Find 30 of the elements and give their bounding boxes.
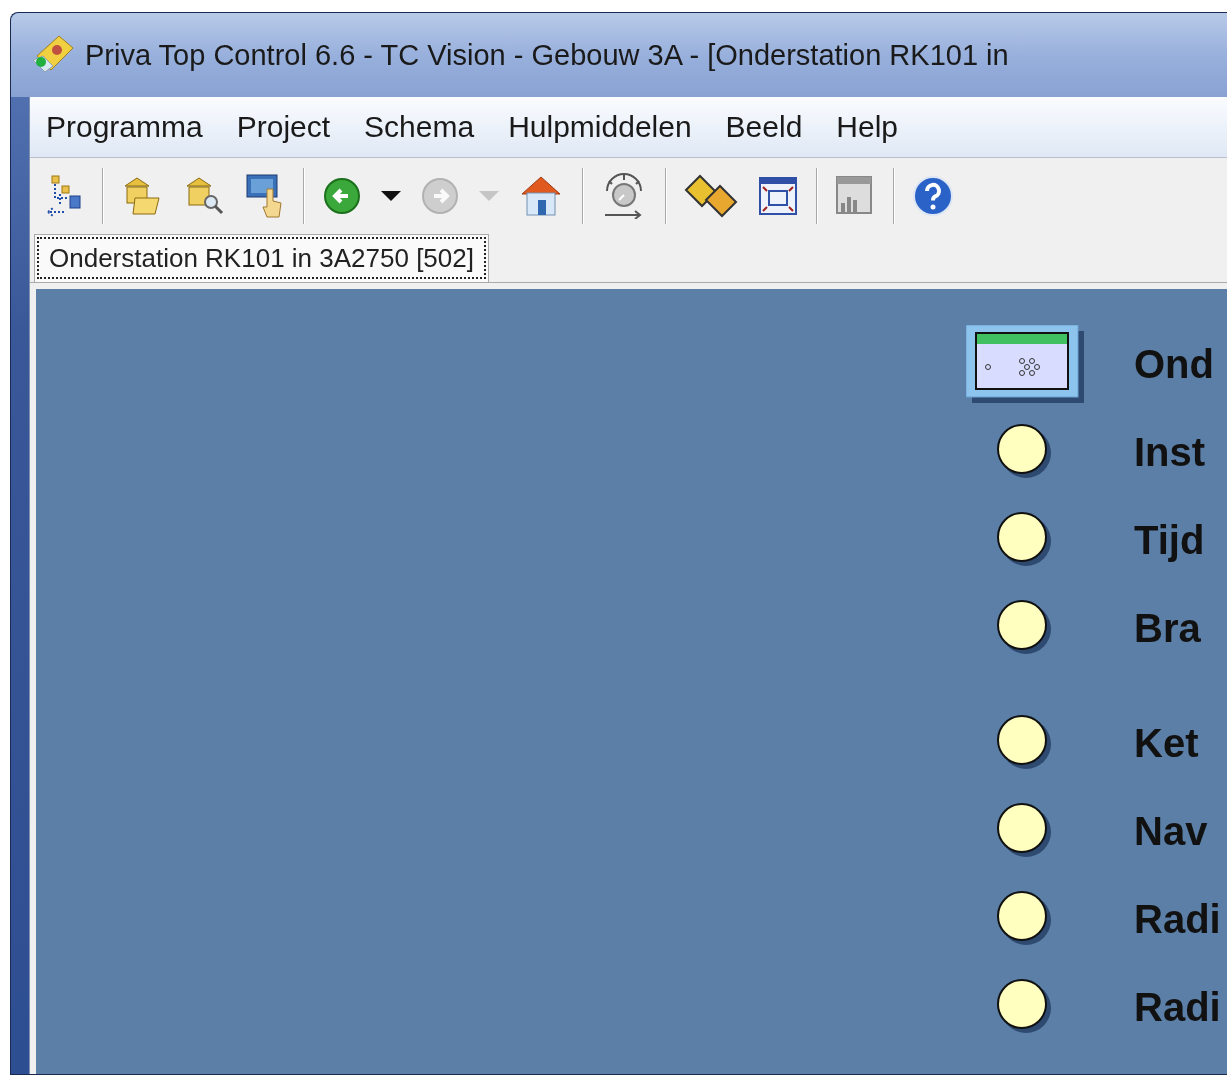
tab[interactable]: Onderstation RK101 in 3A2750 [502] bbox=[34, 234, 489, 282]
schematic-label[interactable]: Ket bbox=[1134, 720, 1199, 766]
menu-item[interactable]: Schema bbox=[364, 110, 475, 144]
schematic-label[interactable]: Inst bbox=[1134, 429, 1206, 475]
help-icon[interactable] bbox=[912, 175, 954, 217]
schematic-label[interactable]: Tijd bbox=[1134, 517, 1205, 563]
menu-item[interactable]: Beeld bbox=[725, 110, 803, 144]
schematic-label[interactable]: Bra bbox=[1134, 605, 1201, 651]
film-strip-icon[interactable] bbox=[684, 174, 740, 218]
indicator-light-icon[interactable] bbox=[996, 511, 1054, 569]
chart-page-icon[interactable] bbox=[835, 175, 875, 217]
schematic-label[interactable]: Ond bbox=[1134, 341, 1214, 387]
menu-item[interactable]: Help bbox=[836, 110, 899, 144]
indicator-light-icon[interactable] bbox=[996, 599, 1054, 657]
indicator-light-icon[interactable] bbox=[996, 714, 1054, 772]
window-frame-icon[interactable] bbox=[758, 176, 798, 216]
indicator-light-icon[interactable] bbox=[996, 890, 1054, 948]
indicator-light-icon[interactable] bbox=[996, 423, 1054, 481]
caret-icon[interactable] bbox=[380, 190, 402, 202]
menu-item[interactable]: Project bbox=[236, 110, 331, 144]
schematic-label[interactable]: Nav bbox=[1134, 808, 1208, 854]
schematic-label[interactable]: Radi bbox=[1134, 984, 1221, 1030]
schematic-label[interactable]: Radi bbox=[1134, 896, 1221, 942]
indicator-light-icon[interactable] bbox=[996, 978, 1054, 1036]
menu-item[interactable]: Hulpmiddelen bbox=[508, 110, 692, 144]
menu-item[interactable]: Programma bbox=[46, 110, 203, 144]
display-panel-icon[interactable] bbox=[966, 325, 1084, 403]
indicator-light-icon[interactable] bbox=[996, 802, 1054, 860]
touch-screen-icon[interactable] bbox=[245, 173, 285, 219]
window-title: Priva Top Control 6.6 - TC Vision - Gebouw 3A - [Onderstation RK101 in bbox=[85, 38, 1009, 72]
